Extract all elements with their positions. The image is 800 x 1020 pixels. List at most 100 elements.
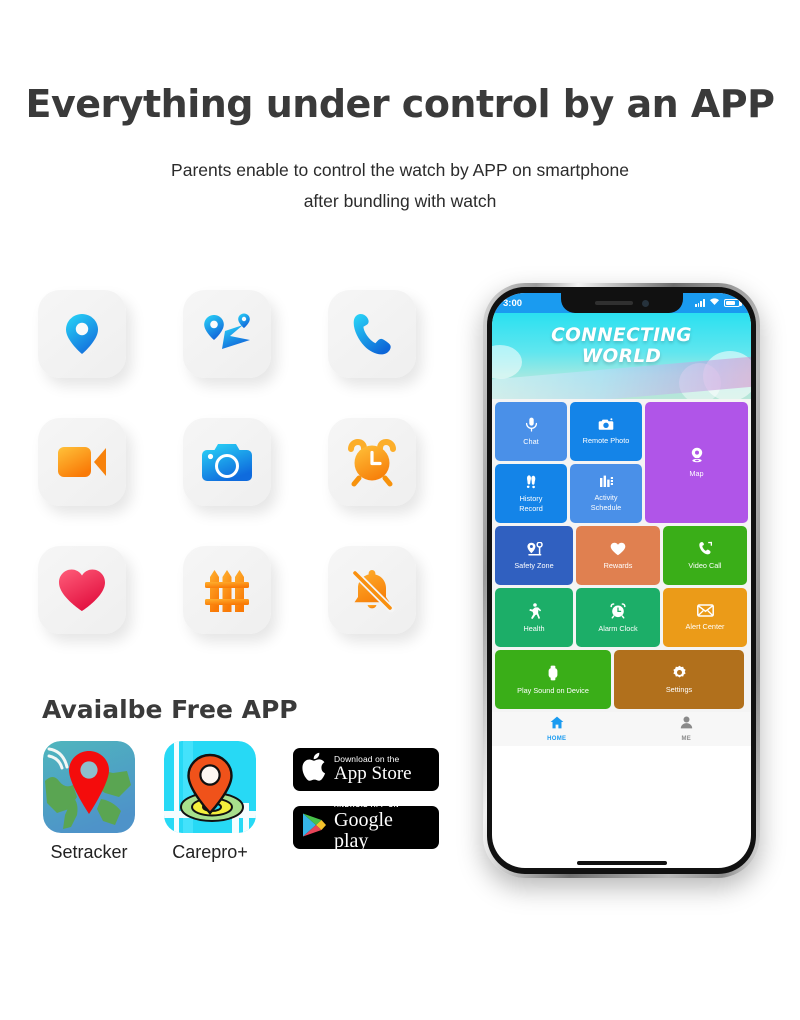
status-indicators — [694, 297, 742, 309]
video-camera-icon — [56, 442, 108, 482]
tile-row-3: Safety Zone Rewards Video Call — [495, 526, 748, 585]
google-play-logo-icon — [301, 811, 327, 844]
microphone-icon — [525, 417, 538, 434]
tile-label: Alert Center — [685, 622, 725, 631]
feature-icon-grid — [38, 290, 438, 674]
tile-history-record[interactable]: History Record — [495, 464, 567, 523]
tile-label: Map — [689, 469, 704, 478]
phone-call-icon — [347, 309, 397, 359]
tile-settings[interactable]: Settings — [614, 650, 744, 709]
tile-label: Safety Zone — [514, 560, 554, 570]
smartphone-mockup: 3:00 CONNECTING WORLD Chat Remote Photo … — [483, 283, 760, 878]
tile-label-line-2: Record — [519, 503, 543, 513]
tile-label: Settings — [665, 685, 693, 694]
bar-chart-icon — [599, 475, 614, 490]
banner-line-2: WORLD — [581, 346, 662, 367]
feature-card-phone-call[interactable] — [328, 290, 416, 378]
tile-row-5: Play Sound on Device Settings — [495, 650, 748, 709]
phone-notch — [560, 293, 683, 313]
alarm-clock-icon — [346, 437, 398, 487]
feature-card-alarm-clock[interactable] — [328, 418, 416, 506]
phone-bezel: 3:00 CONNECTING WORLD Chat Remote Photo … — [487, 287, 756, 874]
tile-play-sound[interactable]: Play Sound on Device — [495, 650, 611, 709]
carepro-app-icon — [164, 741, 256, 833]
tile-chat[interactable]: Chat — [495, 402, 567, 461]
route-map-icon — [200, 309, 254, 359]
tile-label: Alarm Clock — [598, 623, 638, 633]
banner-title: CONNECTING WORLD — [492, 313, 751, 367]
home-icon — [550, 716, 564, 734]
feature-card-location-pin[interactable] — [38, 290, 126, 378]
app-store-badge[interactable]: Download on the App Store — [293, 748, 439, 791]
watch-icon — [547, 665, 559, 683]
carepro-label: Carepro+ — [172, 842, 248, 862]
app-setracker[interactable]: Setracker — [43, 741, 135, 863]
app-tile-grid: Chat Remote Photo History Record Activit… — [492, 399, 751, 712]
footprints-icon — [523, 474, 539, 491]
app-store-text: Download on the App Store — [334, 755, 412, 784]
battery-icon — [724, 299, 742, 307]
feature-card-heart[interactable] — [38, 546, 126, 634]
tile-rewards[interactable]: Rewards — [576, 526, 660, 585]
tile-health[interactable]: Health — [495, 588, 573, 647]
front-camera-icon — [641, 299, 649, 307]
tile-label: Chat — [523, 437, 539, 446]
tile-activity-schedule[interactable]: Activity Schedule — [570, 464, 642, 523]
tile-row-4: Health Alarm Clock Alert Center — [495, 588, 748, 647]
alarm-icon — [610, 602, 626, 621]
app-carepro[interactable]: Carepro+ — [164, 741, 256, 863]
signal-icon — [694, 299, 705, 307]
tile-pair-1: Chat Remote Photo — [495, 402, 642, 461]
bell-off-icon — [347, 565, 397, 615]
tab-home[interactable]: HOME — [492, 716, 622, 742]
tile-label-line-1: Activity — [594, 493, 618, 502]
phone-screen: 3:00 CONNECTING WORLD Chat Remote Photo … — [492, 293, 751, 868]
banner-line-1: CONNECTING — [551, 325, 692, 346]
tile-label: Video Call — [688, 561, 722, 570]
heart-icon — [56, 566, 108, 614]
status-time: 3:00 — [503, 297, 523, 309]
setracker-label: Setracker — [50, 842, 128, 862]
location-pin-icon — [56, 308, 108, 360]
feature-card-camera[interactable] — [183, 418, 271, 506]
tile-pair-2: History Record Activity Schedule — [495, 464, 642, 523]
fence-icon — [202, 565, 252, 615]
feature-card-route-map[interactable] — [183, 290, 271, 378]
envelope-icon — [696, 604, 714, 619]
camera-icon — [200, 440, 254, 484]
page-root: Everything under control by an APP Paren… — [0, 0, 800, 1020]
home-indicator — [576, 861, 667, 865]
tile-label-line-2: Schedule — [590, 503, 622, 512]
camera-icon — [598, 418, 614, 433]
bottom-tab-bar: HOME ME — [492, 712, 751, 746]
wifi-icon — [709, 297, 720, 309]
gear-icon — [672, 665, 687, 682]
google-play-big-text: Google play — [334, 808, 393, 849]
earpiece-speaker — [594, 301, 633, 305]
subtitle-line-1: Parents enable to control the watch by A… — [171, 160, 629, 180]
feature-card-bell-off[interactable] — [328, 546, 416, 634]
map-pin-icon — [690, 447, 704, 466]
google-play-badge[interactable]: ANDROID APP ON Google play — [293, 806, 439, 849]
tab-me-label: ME — [681, 736, 692, 742]
tile-alert-center[interactable]: Alert Center — [663, 588, 747, 647]
tile-video-call[interactable]: Video Call — [663, 526, 747, 585]
tile-label: Health — [523, 623, 545, 633]
tile-safety-zone[interactable]: Safety Zone — [495, 526, 573, 585]
tile-map[interactable]: Map — [645, 402, 748, 523]
tile-alarm-clock[interactable]: Alarm Clock — [576, 588, 660, 647]
feature-card-fence[interactable] — [183, 546, 271, 634]
tile-remote-photo[interactable]: Remote Photo — [570, 402, 642, 461]
page-title: Everything under control by an APP — [25, 82, 775, 126]
phone-icon — [698, 541, 713, 558]
tab-home-label: HOME — [547, 736, 567, 742]
walking-icon — [528, 602, 541, 621]
tile-left-column: Chat Remote Photo History Record Activit… — [495, 402, 642, 523]
apple-logo-icon — [301, 752, 327, 787]
free-app-title: Avaialbe Free APP — [42, 695, 298, 724]
setracker-app-icon — [43, 741, 135, 833]
feature-card-video-camera[interactable] — [38, 418, 126, 506]
app-banner: CONNECTING WORLD — [492, 313, 751, 399]
tab-me[interactable]: ME — [622, 716, 752, 742]
subtitle-line-2: after bundling with watch — [303, 191, 497, 211]
